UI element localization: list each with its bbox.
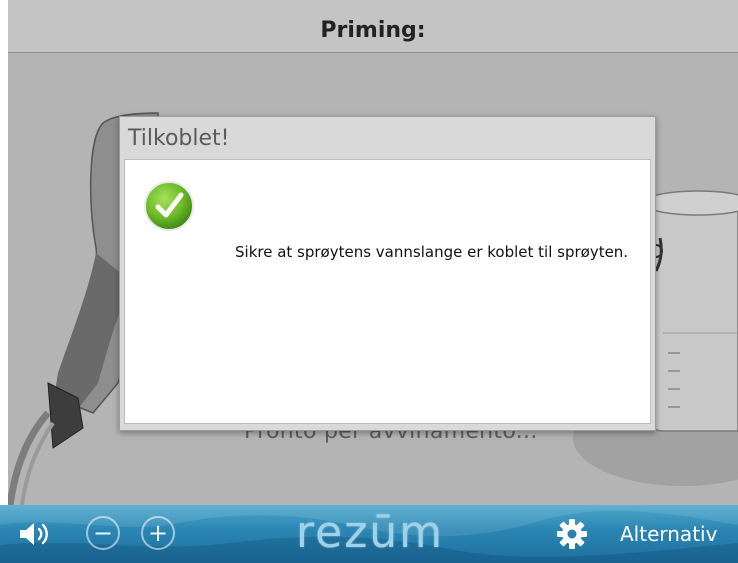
header-bar: Priming: — [8, 0, 738, 53]
gear-icon — [557, 519, 587, 549]
options-label[interactable]: Alternativ — [620, 522, 717, 546]
dialog-message: Sikre at sprøytens vannslange er koblet … — [235, 243, 629, 261]
connected-dialog: Tilkoblet! Sikre at sprøytens vannslange… — [119, 116, 656, 431]
volume-button[interactable] — [16, 519, 54, 549]
left-edge — [0, 0, 8, 500]
options-button[interactable] — [556, 518, 588, 550]
dialog-body: Sikre at sprøytens vannslange er koblet … — [124, 159, 651, 424]
page-title: Priming: — [320, 17, 426, 43]
checkmark-icon — [144, 181, 194, 231]
plus-icon: + — [147, 519, 169, 547]
minus-icon: − — [92, 519, 114, 547]
volume-up-button[interactable]: + — [141, 516, 175, 550]
footer-bar: − + rezūm Alternativ — [0, 505, 738, 563]
volume-down-button[interactable]: − — [86, 516, 120, 550]
rezum-logo: rezūm — [296, 507, 445, 558]
dialog-title: Tilkoblet! — [128, 126, 230, 151]
speaker-icon — [20, 523, 48, 545]
priming-screen: Priming: Pronto per avvinamento... Tilko… — [0, 0, 738, 563]
